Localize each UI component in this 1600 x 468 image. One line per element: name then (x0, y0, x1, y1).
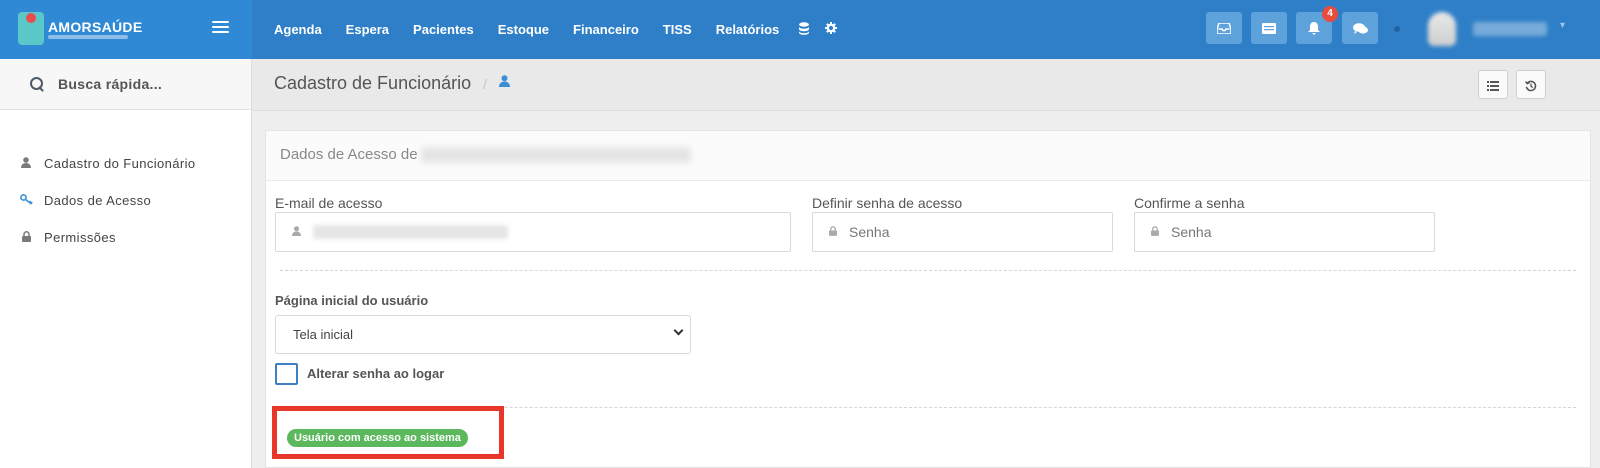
card-icon (1262, 23, 1276, 35)
breadcrumb-separator: / (483, 76, 487, 92)
sidebar-menu: Cadastro do Funcionário Dados de Acesso … (0, 110, 251, 256)
chevron-down-icon (673, 325, 684, 336)
card-button[interactable] (1251, 12, 1287, 44)
bell-icon (1308, 22, 1320, 35)
confirm-password-field[interactable]: Senha (1134, 212, 1435, 252)
change-password-checkbox[interactable] (275, 363, 298, 385)
search-icon (30, 77, 44, 91)
panel-title: Dados de Acesso de (280, 146, 418, 163)
sidebar-item-label: Dados de Acesso (44, 193, 152, 208)
nav-espera[interactable]: Espera (340, 22, 395, 37)
lock-icon (829, 225, 837, 239)
search-input[interactable]: Busca rápida... (58, 76, 162, 92)
nav-tiss[interactable]: TISS (657, 22, 698, 37)
menu-toggle-icon[interactable] (212, 21, 229, 35)
homepage-select[interactable]: Tela inicial (275, 315, 691, 354)
email-value-blurred (313, 225, 508, 239)
page-title: Cadastro de Funcionário (274, 73, 472, 93)
password-placeholder: Senha (849, 224, 890, 240)
history-icon (1524, 80, 1537, 91)
user-icon (499, 74, 510, 90)
list-view-button[interactable] (1478, 70, 1508, 99)
panel-heading: Dados de Acesso de (266, 131, 1590, 181)
password-field[interactable]: Senha (812, 212, 1113, 252)
list-icon (1487, 80, 1499, 91)
email-label: E-mail de acesso (275, 195, 383, 211)
confirm-password-placeholder: Senha (1171, 224, 1212, 240)
sidebar-item-dados-acesso[interactable]: Dados de Acesso (0, 182, 251, 219)
notification-count-badge: 4 (1322, 6, 1338, 22)
logo-tagline (48, 35, 128, 39)
sidebar-item-label: Cadastro do Funcionário (44, 156, 196, 171)
homepage-selected-value: Tela inicial (293, 327, 353, 342)
nav-relatorios[interactable]: Relatórios (710, 22, 786, 37)
key-icon (20, 193, 33, 208)
user-name-blurred[interactable] (1473, 22, 1547, 36)
database-icon[interactable] (799, 21, 810, 38)
nav-estoque[interactable]: Estoque (492, 22, 555, 37)
chat-icon (1352, 22, 1368, 34)
lock-icon (20, 230, 32, 245)
logo-text: AMORSAÚDE (48, 19, 143, 35)
avatar[interactable] (1428, 12, 1456, 46)
inbox-icon (1216, 22, 1232, 35)
sidebar-item-cadastro[interactable]: Cadastro do Funcionário (0, 145, 251, 182)
logo-heart-icon (26, 13, 36, 23)
sidebar-item-permissoes[interactable]: Permissões (0, 219, 251, 256)
user-icon (292, 225, 301, 239)
password-label: Definir senha de acesso (812, 195, 963, 211)
quick-search[interactable]: Busca rápida... (0, 59, 251, 110)
notifications-button[interactable]: 4 (1296, 6, 1338, 44)
status-badge: Usuário com acesso ao sistema (287, 429, 468, 447)
sidebar: Busca rápida... Cadastro do Funcionário … (0, 59, 252, 468)
employee-name-blurred (421, 147, 691, 163)
user-icon (20, 156, 32, 171)
email-field[interactable] (275, 212, 791, 252)
nav-agenda[interactable]: Agenda (268, 22, 328, 37)
top-bar: AMORSAÚDE Agenda Espera Pacientes Estoqu… (0, 0, 1600, 59)
lock-icon (1151, 225, 1159, 239)
inbox-button[interactable] (1206, 12, 1242, 44)
nav-financeiro[interactable]: Financeiro (567, 22, 645, 37)
chevron-down-icon[interactable]: ▾ (1560, 20, 1565, 31)
online-status-dot (1394, 26, 1400, 32)
chat-button[interactable] (1342, 12, 1378, 44)
change-password-label[interactable]: Alterar senha ao logar (307, 366, 444, 381)
page-header: Cadastro de Funcionário / (252, 59, 1600, 111)
brand: AMORSAÚDE (0, 0, 252, 59)
confirm-password-label: Confirme a senha (1134, 195, 1245, 211)
gear-icon[interactable] (825, 22, 838, 37)
history-button[interactable] (1516, 70, 1546, 99)
nav-pacientes[interactable]: Pacientes (407, 22, 480, 37)
main-nav: Agenda Espera Pacientes Estoque Financei… (262, 0, 845, 59)
sidebar-item-label: Permissões (44, 230, 116, 245)
homepage-label: Página inicial do usuário (275, 293, 429, 308)
access-data-panel: Dados de Acesso de E-mail de acesso Defi… (265, 130, 1591, 468)
section-divider (280, 270, 1576, 271)
